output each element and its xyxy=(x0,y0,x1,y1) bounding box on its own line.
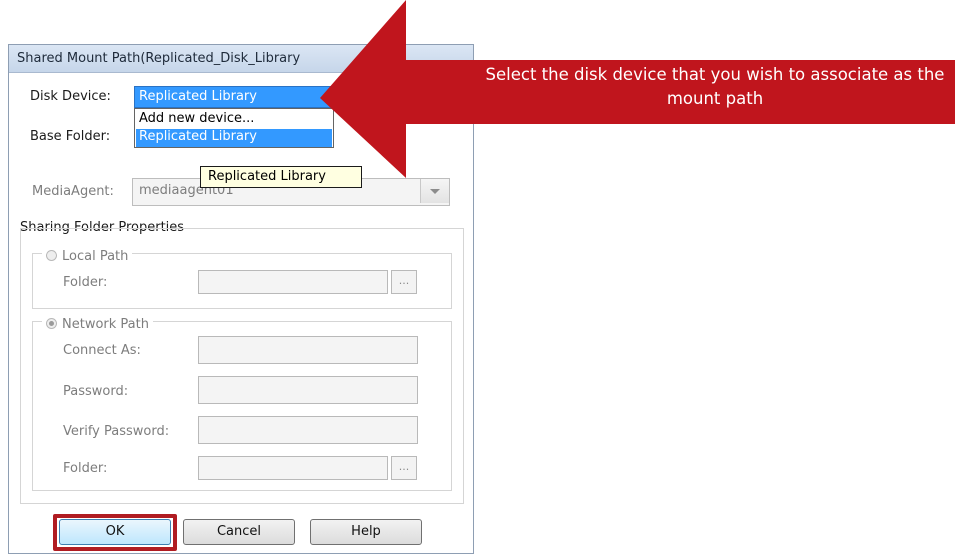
callout-text: Select the disk device that you wish to … xyxy=(485,65,945,108)
